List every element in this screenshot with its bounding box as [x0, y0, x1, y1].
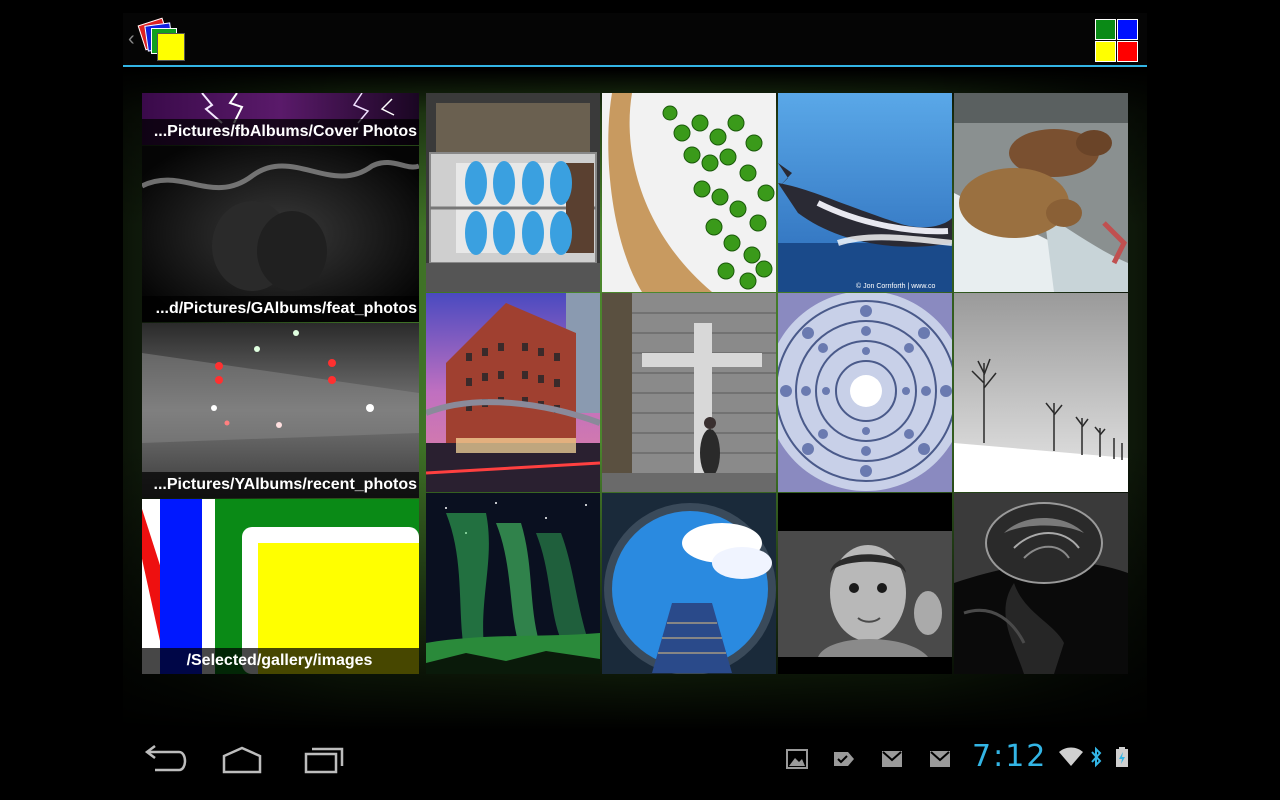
status-clock: 7:12: [972, 739, 1048, 774]
gmail-notification-icon: [880, 748, 904, 770]
photo-tile-breaching-whale[interactable]: © Jon Cornforth | www.co: [778, 93, 952, 292]
photo-tile-fisheye-sky[interactable]: [602, 493, 776, 674]
green-square-icon: [1095, 19, 1116, 40]
photo-tile-brick-hotel[interactable]: [426, 293, 600, 492]
photo-tile-brick-wall[interactable]: [602, 293, 776, 492]
back-icon[interactable]: [135, 740, 195, 776]
photo-tile-aurora[interactable]: [426, 493, 600, 674]
photo-tile-dome-ceiling[interactable]: [778, 293, 952, 492]
photo-tile-grizzly-bears[interactable]: [954, 93, 1128, 292]
photo-tile-snow-trees[interactable]: [954, 293, 1128, 492]
photo-grid: © Jon Cornforth | www.co: [426, 93, 1129, 674]
action-bar-divider: [123, 65, 1147, 67]
bluetooth-icon: [1090, 746, 1102, 773]
red-square-icon: [1117, 41, 1138, 62]
recent-apps-icon[interactable]: [294, 740, 354, 776]
yellow-square-icon: [1095, 41, 1116, 62]
blue-square-icon: [1117, 19, 1138, 40]
photo-tile-boy-portrait[interactable]: [778, 493, 952, 674]
album-caption: ...Pictures/YAlbums/recent_photos: [142, 472, 419, 498]
photo-tile-rose[interactable]: [954, 493, 1128, 674]
tag-notification-icon: [832, 748, 856, 770]
photo-watermark: © Jon Cornforth | www.co: [856, 282, 935, 290]
up-caret-icon[interactable]: ‹: [128, 29, 135, 49]
album-item[interactable]: ...Pictures/YAlbums/recent_photos: [142, 323, 419, 498]
system-navigation-bar: 7:12: [0, 730, 1280, 800]
album-item[interactable]: ...Pictures/fbAlbums/Cover Photos: [142, 93, 419, 145]
gallery-logo-icon[interactable]: [137, 17, 185, 63]
wifi-icon: [1058, 746, 1084, 773]
app-window: ‹ ...Pictures/fbAlbums/Cover Photos ...d…: [123, 13, 1147, 730]
picture-notification-icon: [785, 748, 809, 770]
color-squares-icon[interactable]: [1095, 19, 1139, 63]
album-item-selected[interactable]: ...d/Pictures/GAlbums/feat_photos: [142, 146, 419, 322]
album-caption: ...Pictures/fbAlbums/Cover Photos: [142, 119, 419, 145]
album-caption: /Selected/gallery/images: [142, 648, 419, 674]
gmail-notification-icon: [928, 748, 952, 770]
battery-charging-icon: [1115, 746, 1129, 773]
home-icon[interactable]: [212, 740, 272, 776]
album-item[interactable]: /Selected/gallery/images: [142, 499, 419, 674]
album-caption: ...d/Pictures/GAlbums/feat_photos: [142, 296, 419, 322]
photo-tile-gloved-hands[interactable]: [426, 93, 600, 292]
photo-tile-green-peppercorns[interactable]: [602, 93, 776, 292]
action-bar: ‹: [123, 13, 1147, 67]
